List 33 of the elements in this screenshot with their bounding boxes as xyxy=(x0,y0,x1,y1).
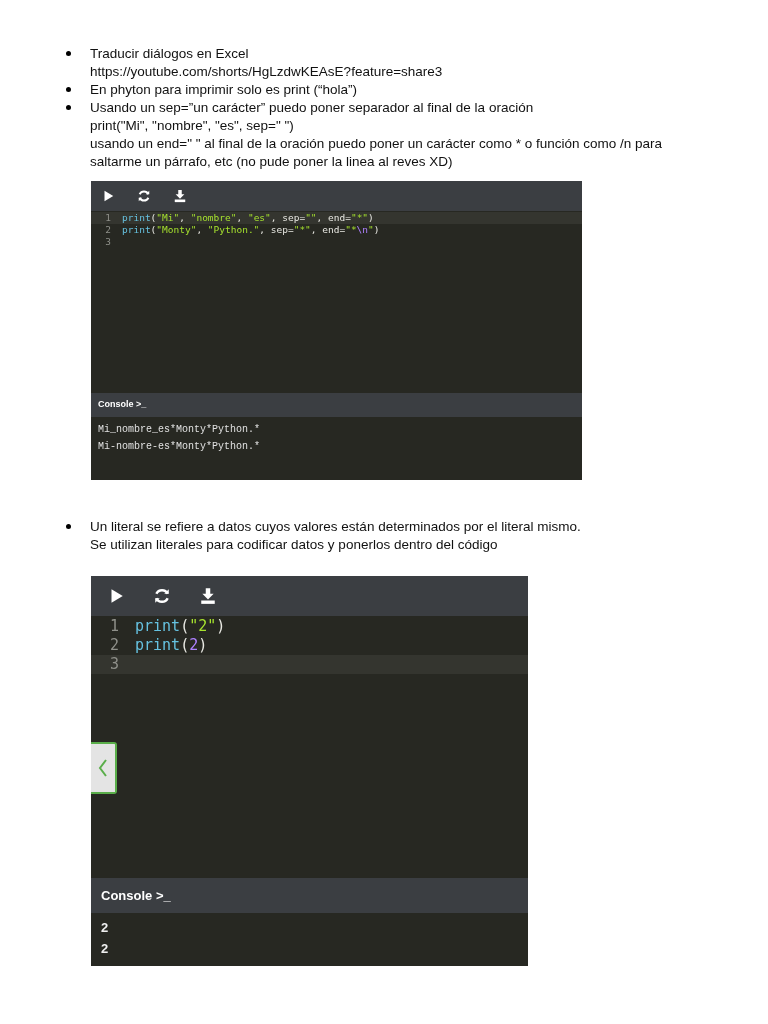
bullet-icon xyxy=(66,524,71,529)
paragraph-text: Un literal se refiere a datos cuyos valores están determinados por el literal mismo. xyxy=(90,518,581,536)
download-button[interactable] xyxy=(173,189,187,203)
console-output-line: Mi_nombre_es*Monty*Python.* xyxy=(98,423,262,436)
refresh-button[interactable] xyxy=(137,189,151,203)
bullet-icon xyxy=(66,87,71,92)
refresh-button[interactable] xyxy=(153,587,171,605)
paragraph-text: Usando un sep=”un carácter” puedo poner separador al final de la oración xyxy=(90,99,535,117)
console-output-line: Mi-nombre-es*Monty*Python.* xyxy=(98,440,262,453)
code-text: print(2) xyxy=(135,636,208,655)
console-title: Console >_ xyxy=(98,398,147,412)
code-text: print("Monty", "Python.", sep="*", end="*\n") xyxy=(122,224,380,236)
download-button[interactable] xyxy=(199,587,217,605)
paragraph-text: Traducir diálogos en Excel xyxy=(90,45,250,63)
paragraph-text: https://youtube.com/shorts/HgLzdwKEAsE?feature=share3 xyxy=(90,63,443,81)
console-output-line: 2 xyxy=(101,940,110,957)
paragraph-text: usando un end=" " al final de la oración puedo poner un carácter como * o función como /n para saltarme un párrafo, etc (no pude poner la linea al reves XD) xyxy=(90,135,664,171)
line-number: 3 xyxy=(108,655,119,674)
console-output-line: 2 xyxy=(101,919,110,936)
code-text: print("2") xyxy=(135,617,226,636)
line-number: 1 xyxy=(104,212,111,224)
paragraph-text: En phyton para imprimir solo es print (“hola”) xyxy=(90,81,358,99)
line-number: 1 xyxy=(108,617,119,636)
chevron-left-icon xyxy=(98,758,108,778)
line-number: 2 xyxy=(104,224,111,236)
bullet-icon xyxy=(66,51,71,56)
bullet-icon xyxy=(66,105,71,110)
code-text: print("Mi", "nombre", "es", sep="", end="*") xyxy=(122,212,374,224)
paragraph-text: Se utilizan literales para codificar datos y ponerlos dentro del código xyxy=(90,536,499,554)
line-number: 3 xyxy=(104,236,111,248)
line-number: 2 xyxy=(108,636,119,655)
paragraph-text: print("Mi", "nombre", "es", sep=" ") xyxy=(90,117,295,135)
console-title: Console >_ xyxy=(101,886,171,905)
